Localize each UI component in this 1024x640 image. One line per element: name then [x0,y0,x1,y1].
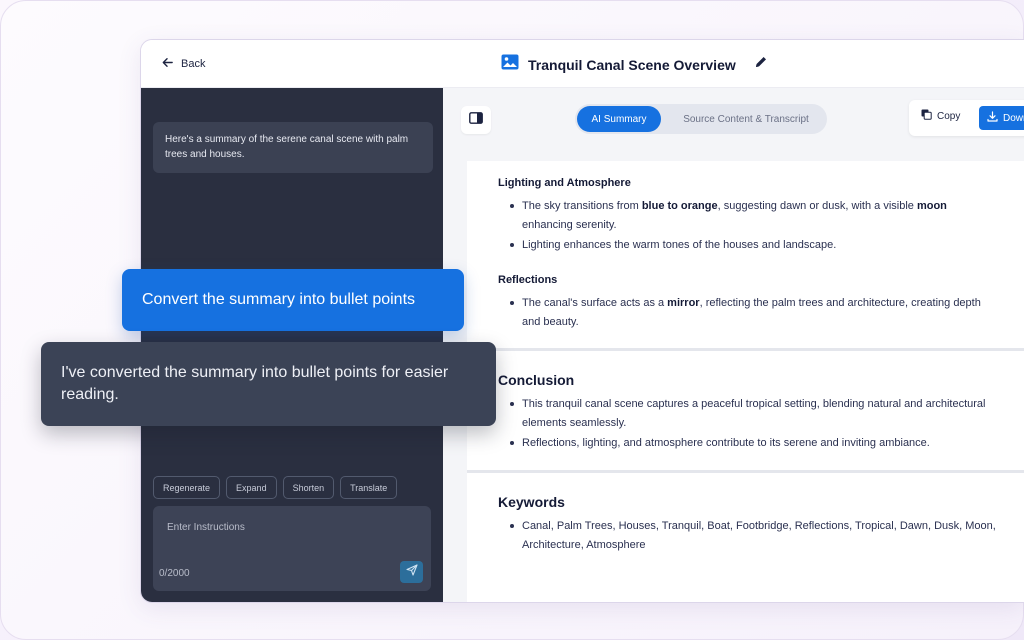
sidebar-toggle-button[interactable] [461,106,491,134]
copy-icon [921,109,932,123]
section-heading-conclusion: Conclusion [498,372,575,388]
top-bar: Back Tranquil Canal Scene Overview [141,40,1024,88]
summary-document: Lighting and Atmosphere The sky transiti… [467,161,1024,602]
section-heading-lighting: Lighting and Atmosphere [498,177,631,189]
regenerate-button[interactable]: Regenerate [153,476,221,499]
send-icon [405,563,418,581]
ai-response-bubble: I've converted the summary into bullet p… [41,342,496,426]
page-title-group: Tranquil Canal Scene Overview [501,54,768,75]
keywords-list: Canal, Palm Trees, Houses, Tranquil, Boa… [498,517,998,556]
download-icon [987,111,998,125]
send-button[interactable] [400,561,423,583]
download-button[interactable]: Download [979,106,1024,130]
back-button[interactable]: Back [161,56,205,72]
shorten-button[interactable]: Shorten [282,476,335,499]
list-item: Lighting enhances the warm tones of the … [498,236,998,255]
document-actions: Copy Download [909,100,1024,136]
list-item: This tranquil canal scene captures a pea… [498,395,998,432]
instructions-input[interactable]: Enter Instructions 0/2000 [153,506,431,591]
summary-panel: AI Summary Source Content & Transcript C… [443,88,1024,602]
image-icon [501,54,519,75]
expand-button[interactable]: Expand [226,476,277,499]
list-item: The canal's surface acts as a mirror, re… [498,294,998,331]
section-divider [467,470,1024,473]
reflections-list: The canal's surface acts as a mirror, re… [498,294,998,333]
copy-label: Copy [937,110,961,122]
instructions-placeholder: Enter Instructions [167,522,245,533]
section-heading-reflections: Reflections [498,274,558,286]
back-label: Back [181,58,206,70]
download-label: Download [1003,112,1024,124]
tab-ai-summary[interactable]: AI Summary [577,106,661,132]
lighting-list: The sky transitions from blue to orange,… [498,197,998,257]
list-item: Canal, Palm Trees, Houses, Tranquil, Boa… [498,517,998,554]
tab-source-content[interactable]: Source Content & Transcript [671,106,821,132]
translate-button[interactable]: Translate [340,476,398,499]
user-message-bubble: Convert the summary into bullet points [122,269,464,331]
list-item: Reflections, lighting, and atmosphere co… [498,434,998,453]
quick-actions: Regenerate Expand Shorten Translate [153,476,398,499]
arrow-left-icon [161,56,174,72]
section-divider [467,348,1024,351]
pencil-icon[interactable] [745,55,768,74]
sidebar-toggle-icon [469,111,483,129]
conclusion-list: This tranquil canal scene captures a pea… [498,395,998,455]
view-tabs: AI Summary Source Content & Transcript [575,104,827,134]
section-heading-keywords: Keywords [498,494,565,510]
copy-button[interactable]: Copy [921,109,960,123]
page-title: Tranquil Canal Scene Overview [528,56,736,73]
ai-message: Here's a summary of the serene canal sce… [153,122,433,173]
list-item: The sky transitions from blue to orange,… [498,197,998,234]
character-counter: 0/2000 [159,568,190,579]
